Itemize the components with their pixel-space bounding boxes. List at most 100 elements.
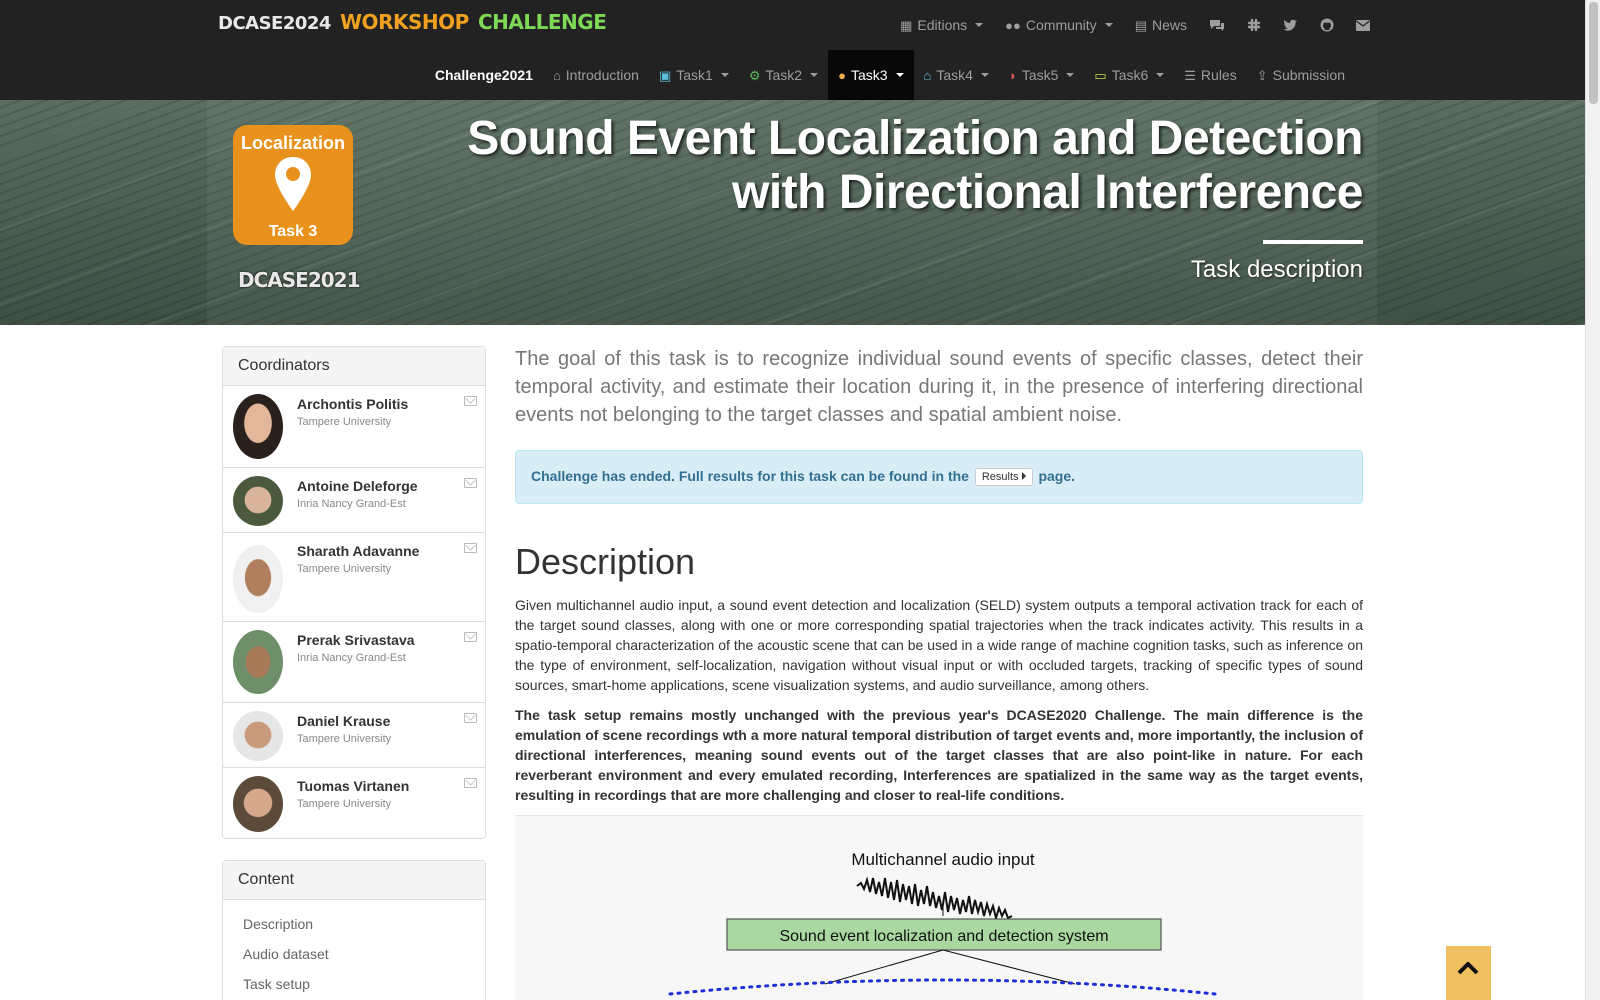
toc-list: Description Audio dataset Task setup [223, 900, 485, 1000]
caret-down-icon [720, 73, 729, 77]
nav-task6[interactable]: ▭ Task6 [1084, 50, 1174, 100]
page-title-line1: Sound Event Localization and Detection [467, 112, 1363, 165]
coordinators-heading: Coordinators [223, 347, 485, 386]
coordinator-name: Antoine Deleforge [297, 478, 418, 494]
comments-icon[interactable] [1209, 18, 1225, 32]
content-toc-panel: Content Description Audio dataset Task s… [222, 860, 486, 1000]
diagram-arrow [942, 949, 1076, 985]
results-button-label: Results [981, 471, 1019, 483]
gears-icon: ⚙ [748, 67, 761, 83]
envelope-icon[interactable] [464, 778, 477, 788]
nav-challenge2021[interactable]: Challenge2021 [425, 50, 543, 100]
nav-rules[interactable]: ☰ Rules [1174, 50, 1246, 100]
menu-news-label: News [1151, 17, 1187, 33]
envelope-icon[interactable] [464, 396, 477, 406]
badge-task-label: Task 3 [268, 223, 318, 240]
toc-item-task-setup[interactable]: Task setup [223, 970, 485, 1000]
nav-task1-label: Task1 [676, 67, 713, 83]
task-setup-paragraph: The task setup remains mostly unchanged … [515, 707, 1363, 803]
coordinator-affiliation: Tampere University [297, 416, 392, 428]
slack-icon[interactable] [1247, 18, 1261, 32]
task-lead-text: The goal of this task is to recognize in… [515, 348, 1363, 426]
brand-workshop[interactable]: WORKSHOP [340, 10, 469, 34]
nav-task2-label: Task2 [765, 67, 803, 83]
nav-task3[interactable]: ● Task3 [828, 50, 914, 100]
page-title-line2: with Directional Interference [732, 166, 1364, 219]
nav-rules-label: Rules [1200, 67, 1237, 83]
brand-challenge[interactable]: CHALLENGE [478, 10, 607, 34]
map-marker-icon: ● [838, 67, 846, 83]
coordinator-affiliation: Inria Nancy Grand-Est [297, 652, 406, 664]
badge-localization-label: Localization [240, 133, 345, 153]
caret-down-icon [975, 23, 984, 27]
nav-introduction-label: Introduction [565, 67, 639, 83]
nav-submission[interactable]: ⇪ Submission [1247, 50, 1355, 100]
caret-down-icon [1066, 73, 1075, 77]
list-icon: ☰ [1184, 67, 1196, 83]
upload-icon: ⇪ [1256, 67, 1268, 83]
avatar [233, 394, 283, 459]
nav-task3-label: Task3 [850, 67, 888, 83]
page-subtitle: Task description [1190, 256, 1363, 283]
avatar [233, 545, 283, 613]
avatar [233, 711, 283, 761]
alert-text: Challenge has ended. Full results for th… [531, 468, 969, 484]
menu-community[interactable]: ●● Community [1005, 17, 1113, 33]
caret-right-icon [1021, 472, 1026, 480]
nav-introduction[interactable]: ⌂ Introduction [543, 50, 649, 100]
envelope-icon[interactable] [464, 543, 477, 553]
caret-down-icon [810, 73, 819, 77]
coordinator-card: Antoine Deleforge Inria Nancy Grand-Est [223, 468, 485, 533]
envelope-icon[interactable] [464, 713, 477, 723]
newspaper-icon: ▤ [1134, 17, 1147, 33]
toc-item-audio-dataset[interactable]: Audio dataset [223, 940, 485, 970]
coordinator-affiliation: Tampere University [297, 798, 392, 810]
scroll-to-top-button[interactable] [1446, 946, 1491, 1000]
diagram-input-label: Multichannel audio input [851, 850, 1035, 869]
description-paragraph: Given multichannel audio input, a sound … [515, 597, 1363, 693]
waveform-icon [856, 876, 1013, 922]
description-heading: Description [515, 541, 696, 582]
nav-task4[interactable]: ⌂ Task4 [914, 50, 999, 100]
chevron-up-icon [1457, 962, 1479, 975]
caret-down-icon [1156, 73, 1165, 77]
toc-item-description[interactable]: Description [223, 910, 485, 940]
envelope-icon[interactable] [464, 478, 477, 488]
seld-diagram: Multichannel audio input Sound event loc… [668, 850, 1217, 996]
menu-editions[interactable]: ▦ Editions [900, 17, 984, 33]
nav-task5[interactable]: ◗ Task5 [999, 50, 1084, 100]
avatar [233, 776, 283, 832]
coordinator-affiliation: Tampere University [297, 563, 392, 575]
scrollbar[interactable] [1585, 0, 1600, 1000]
coordinator-name: Daniel Krause [297, 713, 391, 729]
envelope-icon[interactable] [464, 632, 477, 642]
edition-logo: DCASE2021 [238, 268, 360, 292]
content-heading: Content [223, 861, 485, 900]
caret-down-icon [895, 73, 904, 77]
nav-submission-label: Submission [1272, 67, 1345, 83]
menu-news[interactable]: ▤ News [1135, 17, 1187, 33]
title-divider [1263, 240, 1363, 244]
menu-community-label: Community [1025, 17, 1097, 33]
envelope-icon[interactable] [1356, 19, 1370, 31]
caption-icon: ▭ [1094, 67, 1107, 83]
coordinator-card: Prerak Srivastava Inria Nancy Grand-Est [223, 622, 485, 703]
results-button[interactable]: Results [974, 468, 1033, 486]
nav-task2[interactable]: ⚙ Task2 [739, 50, 828, 100]
coordinator-card: Sharath Adavanne Tampere University [223, 533, 485, 622]
top-menu: ▦ Editions ●● Community ▤ News [900, 12, 1370, 38]
scrollbar-thumb[interactable] [1589, 2, 1598, 104]
coordinator-card: Tuomas Virtanen Tampere University [223, 768, 485, 838]
main-nav: Challenge2021 ⌂ Introduction ▣ Task1 ⚙ T… [425, 50, 1355, 100]
nav-task6-label: Task6 [1111, 67, 1149, 83]
bird-icon: ◗ [1008, 67, 1017, 83]
calendar-icon: ▦ [900, 17, 913, 33]
twitter-icon[interactable] [1283, 19, 1298, 32]
nav-task1[interactable]: ▣ Task1 [649, 50, 739, 100]
diagram-output-boundary [668, 978, 1217, 996]
brand-dcase2024[interactable]: DCASE2024 [218, 13, 331, 34]
avatar [233, 630, 283, 694]
github-icon[interactable] [1320, 18, 1334, 32]
coordinator-name: Archontis Politis [297, 396, 409, 412]
coordinator-affiliation: Inria Nancy Grand-Est [297, 498, 406, 510]
